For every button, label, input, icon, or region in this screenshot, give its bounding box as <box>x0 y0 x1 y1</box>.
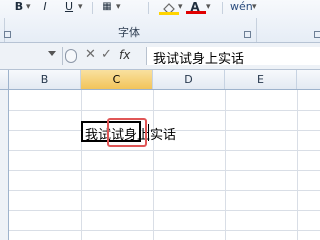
group-separator <box>256 18 257 42</box>
insert-function-button[interactable]: fx <box>119 48 130 62</box>
name-box-dropdown-icon[interactable] <box>48 51 56 56</box>
font-dialog-launcher-icon[interactable] <box>244 31 251 38</box>
underline-button[interactable]: U <box>60 0 78 14</box>
phonetic-guide-icon[interactable]: wén <box>230 0 253 14</box>
grid-line <box>9 110 320 111</box>
group-separator <box>4 18 5 42</box>
borders-dropdown-icon[interactable]: ▾ <box>116 0 121 14</box>
formula-bar: ✕ ✓ fx 我试试身上实话 <box>0 43 320 70</box>
italic-button[interactable]: I <box>36 0 54 14</box>
alignment-launcher-icon[interactable] <box>314 31 320 38</box>
cancel-icon[interactable]: ✕ <box>85 47 96 62</box>
grid-line <box>9 230 320 231</box>
phonetic-dropdown-icon[interactable]: ▾ <box>252 0 257 14</box>
text-cursor <box>148 124 149 141</box>
ribbon-separator <box>222 2 223 14</box>
fill-color-swatch <box>159 12 179 15</box>
underline-dropdown-icon[interactable]: ▾ <box>78 0 83 14</box>
select-all-corner[interactable] <box>0 70 9 89</box>
name-box[interactable] <box>0 49 45 63</box>
column-header-b[interactable]: B <box>9 70 81 89</box>
spreadsheet-grid[interactable]: B C D E 我试试身上实话 <box>0 70 320 240</box>
formula-input[interactable]: 我试试身上实话 <box>146 47 320 67</box>
bold-dropdown-icon[interactable]: ▾ <box>26 0 31 14</box>
formula-controls: ✕ ✓ fx <box>62 47 143 65</box>
enter-check-icon[interactable]: ✓ <box>101 47 112 62</box>
grid-line <box>9 190 320 191</box>
grid-line <box>225 90 226 240</box>
grid-line <box>153 90 154 240</box>
borders-icon[interactable]: ▦ <box>98 0 116 14</box>
grid-line <box>297 90 298 240</box>
font-color-swatch <box>186 11 206 14</box>
font-color-dropdown-icon[interactable]: ▾ <box>206 0 211 14</box>
column-headers: B C D E <box>0 70 320 90</box>
ribbon: B ▾ I U ▾ ▦ ▾ ▾ A ▾ wén ▾ 字体 <box>0 0 320 43</box>
column-header-e[interactable]: E <box>225 70 297 89</box>
grid-line <box>9 210 320 211</box>
formula-text: 我试试身上实话 <box>153 52 245 67</box>
font-group-label: 字体 <box>118 26 140 39</box>
clipboard-launcher-icon[interactable] <box>4 31 11 38</box>
ribbon-separator <box>92 2 93 14</box>
annotation-highlight-box <box>107 118 147 147</box>
ribbon-separator <box>148 2 149 14</box>
column-header-d[interactable]: D <box>153 70 225 89</box>
grid-line <box>9 170 320 171</box>
formula-bar-resize-handle[interactable] <box>65 49 77 63</box>
column-header-c[interactable]: C <box>81 70 153 89</box>
grid-line <box>9 150 320 151</box>
row-headers[interactable] <box>0 90 9 240</box>
fill-dropdown-icon[interactable]: ▾ <box>178 0 183 14</box>
grid-line <box>81 90 82 240</box>
